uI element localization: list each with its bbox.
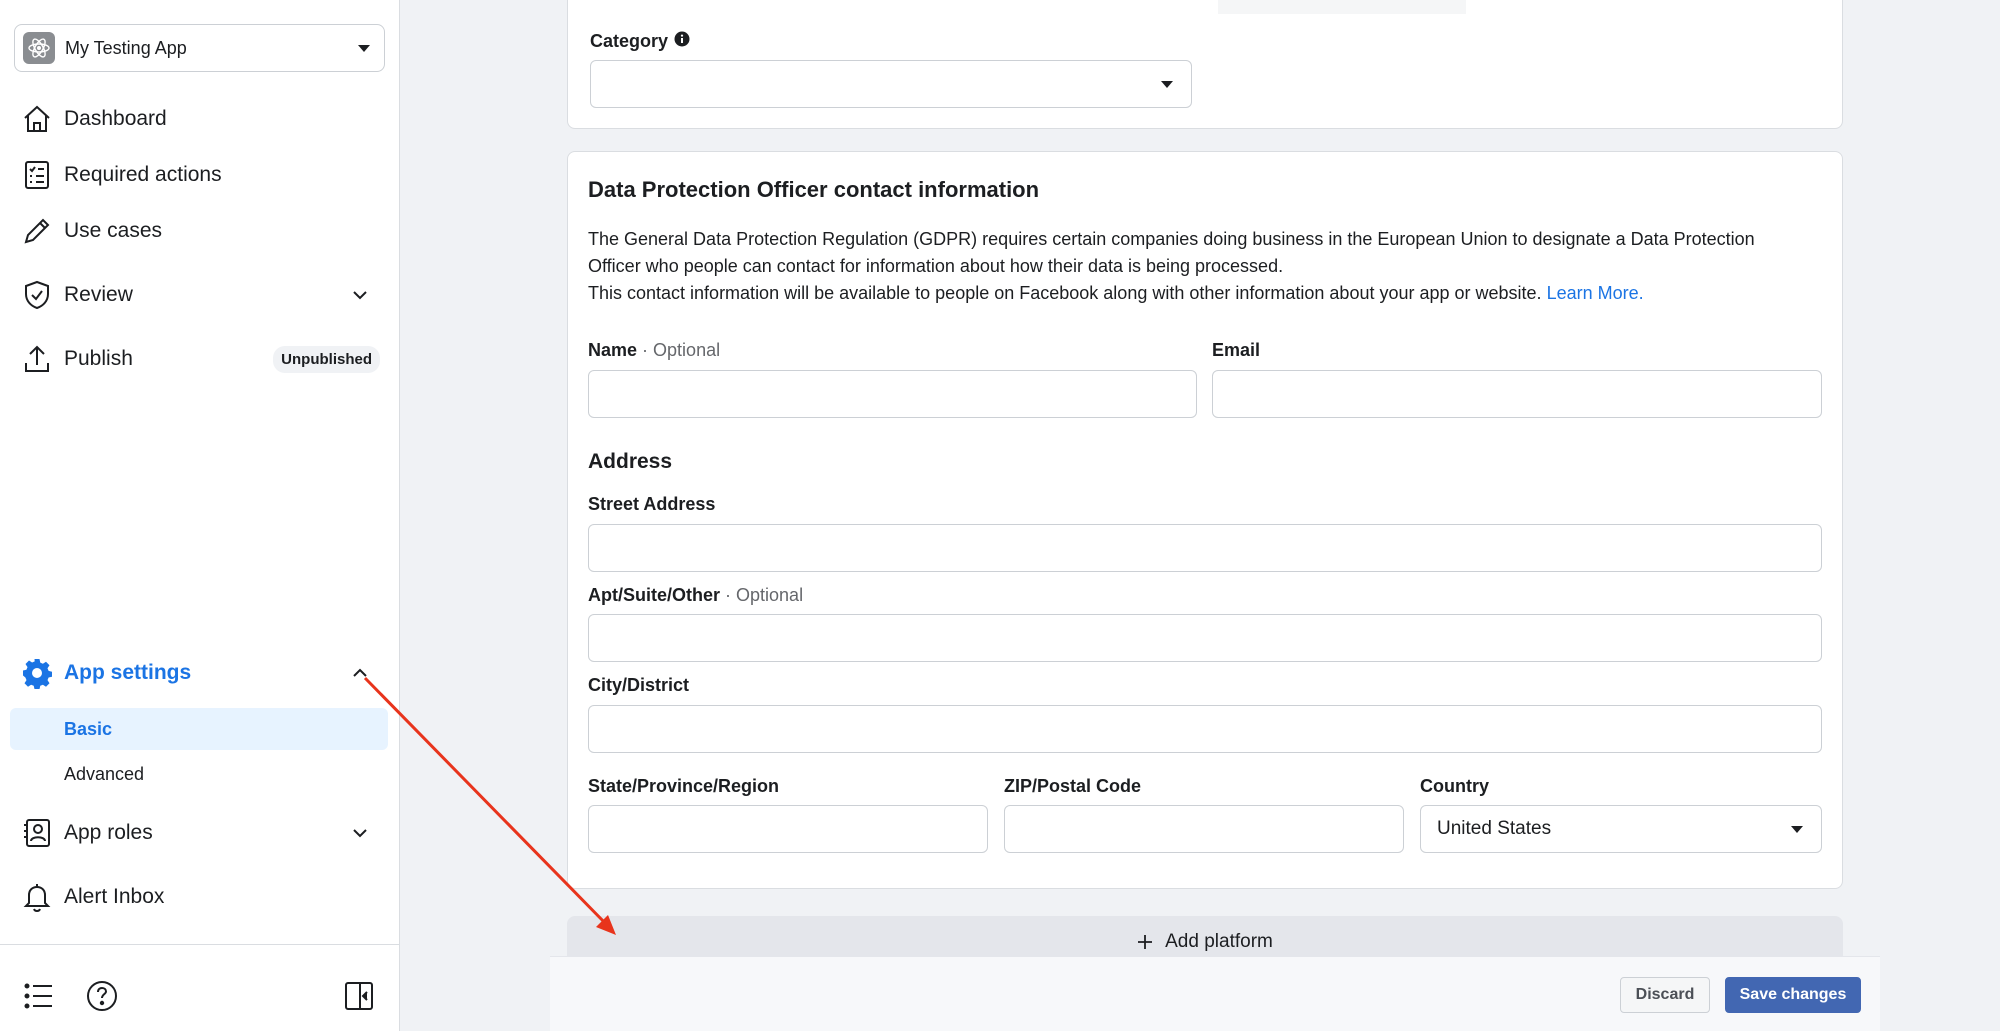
collapse-sidebar-icon[interactable] — [342, 979, 376, 1013]
nav-label: Dashboard — [64, 107, 167, 130]
nav-app-roles[interactable]: App roles — [20, 811, 380, 855]
status-badge: Unpublished — [273, 345, 380, 373]
nav-label: App settings — [64, 661, 192, 684]
optional-tag: · Optional — [725, 585, 804, 605]
nav-label: Required actions — [64, 163, 222, 186]
app-name: My Testing App — [65, 37, 187, 58]
apt-label-text: Apt/Suite/Other — [588, 585, 721, 605]
add-platform-label: Add platform — [1165, 931, 1273, 952]
street-label: Street Address — [588, 494, 716, 514]
truncated-field — [1218, 0, 1466, 14]
nav-use-cases[interactable]: Use cases — [20, 209, 380, 253]
nav-label: Publish — [64, 347, 133, 370]
subnav-basic[interactable]: Basic — [10, 708, 388, 750]
pencil-icon — [20, 214, 54, 248]
nav-label: Alert Inbox — [64, 885, 165, 908]
plus-icon — [1137, 934, 1153, 950]
nav-app-settings[interactable]: App settings — [20, 651, 380, 695]
state-label: State/Province/Region — [588, 776, 780, 796]
user-badge-icon — [20, 816, 54, 850]
state-input[interactable] — [588, 805, 988, 853]
dpo-name-input[interactable] — [588, 370, 1197, 418]
dpo-desc-line: This contact information will be availab… — [588, 283, 1542, 303]
caret-down-icon — [1791, 826, 1803, 833]
apt-label: Apt/Suite/Other · Optional — [588, 585, 803, 606]
apt-suite-input[interactable] — [588, 614, 1822, 662]
street-address-input[interactable] — [588, 524, 1822, 572]
gear-icon — [20, 656, 54, 690]
optional-tag: · Optional — [642, 340, 721, 360]
learn-more-link[interactable]: Learn More. — [1547, 283, 1644, 303]
checklist-icon — [20, 158, 54, 192]
sidebar-footer — [0, 944, 400, 1031]
chevron-down-icon[interactable] — [348, 821, 372, 845]
dpo-title: Data Protection Officer contact informat… — [588, 177, 1040, 202]
sidebar: My Testing App Dashboard Required action… — [0, 0, 400, 1031]
app-details-card: Category — [567, 0, 1843, 129]
caret-down-icon — [1161, 81, 1173, 88]
upload-icon — [20, 342, 54, 376]
dpo-desc-line: The General Data Protection Regulation (… — [588, 229, 1755, 249]
nav-label: App roles — [64, 821, 153, 844]
help-icon[interactable] — [85, 979, 119, 1013]
caret-down-icon — [358, 44, 370, 52]
bell-icon — [20, 880, 54, 914]
dpo-description: The General Data Protection Regulation (… — [588, 226, 1828, 307]
action-bar: Discard Save changes — [550, 956, 1880, 1031]
nav-required-actions[interactable]: Required actions — [20, 153, 380, 197]
category-select[interactable] — [590, 60, 1192, 108]
address-heading: Address — [588, 450, 673, 473]
subnav-label: Advanced — [64, 763, 145, 784]
dpo-email-input[interactable] — [1212, 370, 1822, 418]
country-select[interactable]: United States — [1420, 805, 1822, 853]
nav-review[interactable]: Review — [20, 273, 380, 317]
nav-label: Use cases — [64, 219, 163, 242]
dpo-card: Data Protection Officer contact informat… — [567, 151, 1843, 889]
subnav-advanced[interactable]: Advanced — [10, 753, 388, 795]
dpo-desc-line: Officer who people can contact for infor… — [588, 256, 1284, 276]
country-label: Country — [1420, 776, 1489, 796]
home-icon — [20, 102, 54, 136]
category-label-text: Category — [590, 31, 669, 51]
city-label: City/District — [588, 675, 690, 695]
save-changes-button[interactable]: Save changes — [1725, 977, 1861, 1013]
discard-button[interactable]: Discard — [1620, 977, 1710, 1013]
name-label-text: Name — [588, 340, 638, 360]
subnav-label: Basic — [64, 718, 113, 739]
shield-check-icon — [20, 278, 54, 312]
zip-input[interactable] — [1004, 805, 1404, 853]
nav-label: Review — [64, 283, 133, 306]
zip-label: ZIP/Postal Code — [1004, 776, 1142, 796]
app-logo-icon — [23, 32, 55, 64]
name-label: Name · Optional — [588, 340, 720, 361]
category-label: Category — [590, 31, 690, 52]
city-input[interactable] — [588, 705, 1822, 753]
app-selector[interactable]: My Testing App — [14, 24, 385, 72]
nav-alert-inbox[interactable]: Alert Inbox — [20, 875, 380, 919]
chevron-up-icon[interactable] — [348, 661, 372, 685]
email-label: Email — [1212, 340, 1261, 360]
info-icon[interactable] — [674, 31, 690, 52]
chevron-down-icon[interactable] — [348, 283, 372, 307]
country-value: United States — [1437, 818, 1552, 839]
list-icon[interactable] — [22, 979, 56, 1013]
nav-publish[interactable]: Publish Unpublished — [20, 337, 380, 381]
nav-dashboard[interactable]: Dashboard — [20, 97, 380, 141]
